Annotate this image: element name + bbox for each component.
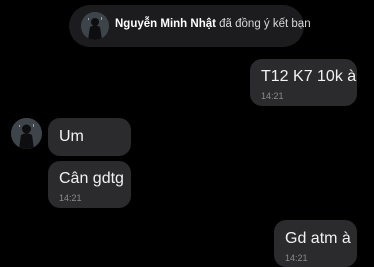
- notice-action: đã đồng ý kết bạn: [219, 18, 311, 30]
- message-time: 14:21: [285, 253, 308, 263]
- sender-avatar-icon[interactable]: [11, 118, 42, 149]
- message-time: 14:21: [59, 193, 82, 203]
- message-text: Gd atm à: [285, 230, 351, 247]
- message-time: 14:21: [261, 91, 284, 101]
- friend-accepted-notice: Nguyễn Minh Nhật đã đồng ý kết bạn: [69, 5, 311, 47]
- notice-text: Nguyễn Minh Nhật đã đồng ý kết bạn: [115, 18, 311, 30]
- message-text: T12 K7 10k à: [261, 68, 357, 85]
- outgoing-message[interactable]: Gd atm à 14:21: [274, 220, 357, 267]
- incoming-message[interactable]: Cân gdtg 14:21: [48, 161, 131, 208]
- message-text: Um: [59, 128, 84, 145]
- message-text: Cân gdtg: [59, 170, 124, 187]
- friend-name[interactable]: Nguyễn Minh Nhật: [115, 18, 216, 30]
- outgoing-message[interactable]: T12 K7 10k à 14:21: [250, 59, 357, 106]
- friend-avatar-icon[interactable]: [81, 12, 109, 40]
- incoming-message[interactable]: Um: [48, 118, 131, 156]
